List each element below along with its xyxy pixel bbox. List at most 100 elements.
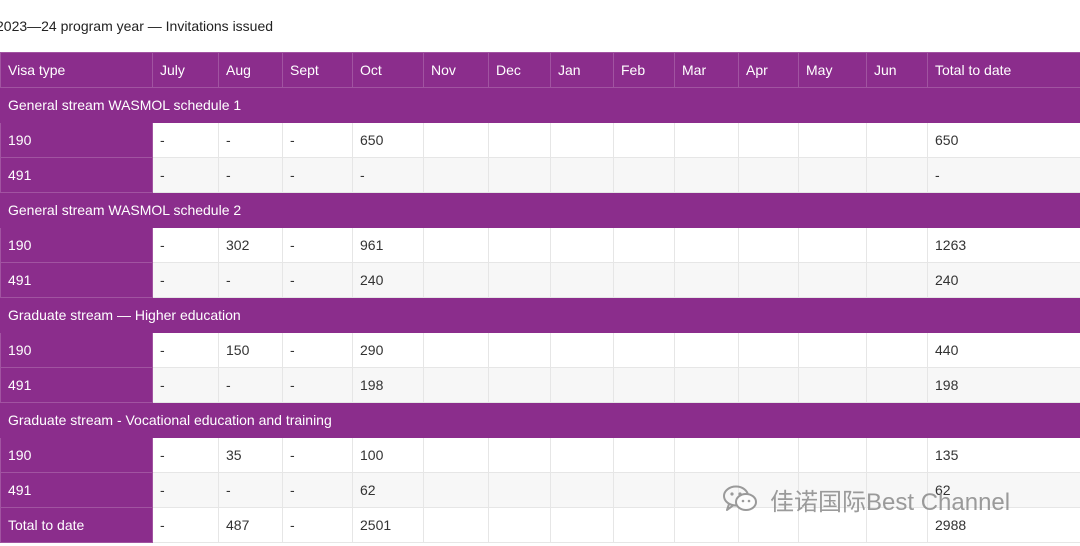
invitations-table: Visa type July Aug Sept Oct Nov Dec Jan … xyxy=(0,52,1080,543)
visa-type-cell: 491 xyxy=(0,262,153,298)
col-nov: Nov xyxy=(423,52,489,88)
table-cell xyxy=(488,367,551,403)
table-cell xyxy=(674,157,739,193)
table-cell xyxy=(423,122,489,158)
table-cell: - xyxy=(152,227,219,263)
table-cell: 240 xyxy=(352,262,424,298)
table-cell xyxy=(423,227,489,263)
table-cell xyxy=(423,262,489,298)
table-cell xyxy=(738,157,799,193)
table-cell xyxy=(674,227,739,263)
table-cell xyxy=(613,332,675,368)
table-cell xyxy=(866,437,928,473)
table-cell: - xyxy=(152,332,219,368)
table-cell: 198 xyxy=(927,367,1080,403)
col-july: July xyxy=(152,52,219,88)
table-cell: - xyxy=(218,157,283,193)
table-row: 190-35-100 135 xyxy=(0,437,1080,473)
table-cell xyxy=(423,472,489,508)
col-total-to-date: Total to date xyxy=(927,52,1080,88)
section-title: General stream WASMOL schedule 1 xyxy=(0,87,1080,123)
table-row: 491- - -240 240 xyxy=(0,262,1080,298)
table-cell: 135 xyxy=(927,437,1080,473)
table-cell xyxy=(488,227,551,263)
visa-type-cell: 491 xyxy=(0,157,153,193)
table-cell xyxy=(550,472,614,508)
table-cell xyxy=(674,367,739,403)
table-cell xyxy=(423,437,489,473)
table-cell xyxy=(488,122,551,158)
table-row: 491- - -198 198 xyxy=(0,367,1080,403)
total-cell xyxy=(550,507,614,543)
table-cell xyxy=(550,157,614,193)
visa-type-cell: 190 xyxy=(0,227,153,263)
table-cell xyxy=(798,367,867,403)
section-row: Graduate stream - Vocational education a… xyxy=(0,402,1080,438)
table-cell: - xyxy=(282,122,353,158)
table-cell xyxy=(613,367,675,403)
table-cell xyxy=(613,437,675,473)
table-cell: - xyxy=(282,157,353,193)
table-cell xyxy=(866,157,928,193)
col-feb: Feb xyxy=(613,52,675,88)
col-aug: Aug xyxy=(218,52,283,88)
table-cell: - xyxy=(152,472,219,508)
table-cell: - xyxy=(218,262,283,298)
total-cell xyxy=(423,507,489,543)
table-row: 190-302-961 1263 xyxy=(0,227,1080,263)
table-cell: - xyxy=(152,122,219,158)
visa-type-cell: 491 xyxy=(0,472,153,508)
table-cell: - xyxy=(282,332,353,368)
table-cell xyxy=(488,332,551,368)
col-may: May xyxy=(798,52,867,88)
section-row: General stream WASMOL schedule 1 xyxy=(0,87,1080,123)
header-row: Visa type July Aug Sept Oct Nov Dec Jan … xyxy=(0,52,1080,88)
col-oct: Oct xyxy=(352,52,424,88)
table-body: General stream WASMOL schedule 1 190- - -65… xyxy=(0,87,1080,543)
table-cell: - xyxy=(282,437,353,473)
total-cell: 2501 xyxy=(352,507,424,543)
col-apr: Apr xyxy=(738,52,799,88)
visa-type-cell: 190 xyxy=(0,122,153,158)
table-cell: 100 xyxy=(352,437,424,473)
table-cell xyxy=(866,122,928,158)
col-mar: Mar xyxy=(674,52,739,88)
table-cell: - xyxy=(282,472,353,508)
col-visa-type: Visa type xyxy=(0,52,153,88)
table-cell: - xyxy=(282,367,353,403)
table-cell xyxy=(866,227,928,263)
table-cell xyxy=(798,437,867,473)
total-cell xyxy=(488,507,551,543)
col-jan: Jan xyxy=(550,52,614,88)
total-cell xyxy=(613,507,675,543)
table-caption: 2023—24 program year — Invitations issue… xyxy=(0,18,274,34)
table-cell xyxy=(674,122,739,158)
table-cell xyxy=(738,227,799,263)
total-cell: 487 xyxy=(218,507,283,543)
table-cell xyxy=(866,367,928,403)
table-cell: - xyxy=(218,472,283,508)
table-cell xyxy=(798,227,867,263)
watermark: 佳诺国际Best Channel xyxy=(722,482,1010,516)
table-cell: - xyxy=(927,157,1080,193)
table-cell xyxy=(738,262,799,298)
table-cell: 440 xyxy=(927,332,1080,368)
table-cell: 1263 xyxy=(927,227,1080,263)
table-cell: - xyxy=(352,157,424,193)
watermark-text: 佳诺国际Best Channel xyxy=(770,488,1011,516)
table-cell xyxy=(550,437,614,473)
visa-type-cell: 491 xyxy=(0,367,153,403)
table-cell xyxy=(550,367,614,403)
table-cell: 650 xyxy=(927,122,1080,158)
table-cell xyxy=(613,472,675,508)
table-cell: 62 xyxy=(352,472,424,508)
table-cell xyxy=(550,262,614,298)
section-title: General stream WASMOL schedule 2 xyxy=(0,192,1080,228)
total-cell: - xyxy=(152,507,219,543)
col-sept: Sept xyxy=(282,52,353,88)
table-cell xyxy=(423,157,489,193)
table-cell xyxy=(674,332,739,368)
table-cell: - xyxy=(218,367,283,403)
table-cell xyxy=(488,437,551,473)
table-cell xyxy=(613,122,675,158)
